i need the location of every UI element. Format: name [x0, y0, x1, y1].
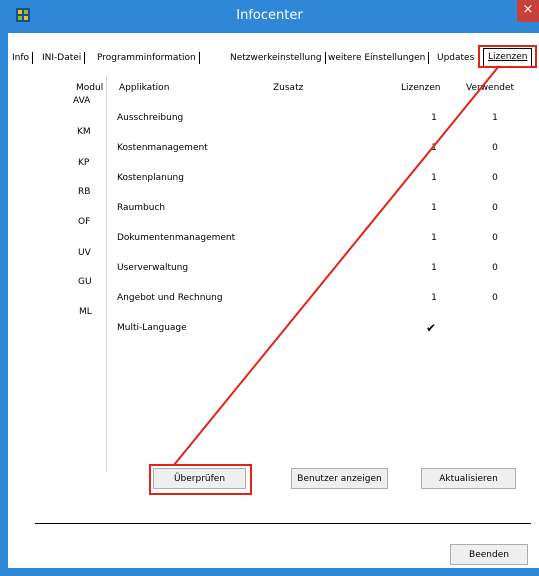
application-name: Dokumentenmanagement	[117, 233, 236, 243]
license-count: 1	[431, 233, 437, 243]
refresh-button[interactable]: Aktualisieren	[421, 468, 516, 489]
application-name: Kostenplanung	[117, 173, 184, 183]
tab-updates[interactable]: Updates	[437, 50, 474, 67]
used-count: 1	[492, 113, 498, 123]
footer-divider	[35, 523, 531, 524]
license-grid: Modul Applikation Zusatz Lizenzen Verwen…	[55, 76, 533, 476]
license-count: 1	[431, 293, 437, 303]
application-name: Raumbuch	[117, 203, 166, 213]
window-frame-bottom	[0, 568, 539, 576]
window-title: Infocenter	[236, 8, 303, 23]
module-code: AVA	[73, 96, 91, 106]
header-zusatz: Zusatz	[273, 83, 304, 93]
tab-programminformation[interactable]: Programminformation	[97, 50, 200, 67]
show-users-button[interactable]: Benutzer anzeigen	[291, 468, 388, 489]
window-frame-left	[0, 33, 8, 576]
tab-weitere-einstellungen[interactable]: weitere Einstellungen	[328, 50, 430, 67]
license-checkmark: ✔	[425, 321, 437, 335]
module-code: GU	[78, 277, 92, 287]
exit-button[interactable]: Beenden	[450, 544, 528, 565]
application-name: Kostenmanagement	[117, 143, 208, 153]
header-verwendet: Verwendet	[466, 83, 515, 93]
module-code: RB	[78, 187, 91, 197]
tab-separator	[84, 51, 86, 64]
check-button[interactable]: Überprüfen	[153, 468, 246, 489]
tab-separator	[324, 51, 326, 64]
license-count: 1	[431, 263, 437, 273]
application-name: Multi-Language	[117, 323, 187, 333]
tab-lizenzen[interactable]: Lizenzen	[483, 48, 533, 67]
header-lizenzen: Lizenzen	[401, 83, 441, 93]
infocenter-window: Infocenter × Info INI-Datei Programminfo…	[0, 0, 539, 576]
header-applikation: Applikation	[119, 83, 170, 93]
tab-separator	[198, 51, 200, 64]
used-count: 0	[492, 233, 498, 243]
used-count: 0	[492, 203, 498, 213]
close-button[interactable]: ×	[517, 0, 539, 22]
application-name: Userverwaltung	[117, 263, 189, 273]
header-modul: Modul	[76, 83, 104, 93]
title-bar[interactable]: Infocenter ×	[0, 0, 539, 33]
used-count: 0	[492, 173, 498, 183]
application-name: Ausschreibung	[117, 113, 184, 123]
application-name: Angebot und Rechnung	[117, 293, 223, 303]
module-code: OF	[78, 217, 91, 227]
license-count: 1	[431, 203, 437, 213]
column-divider	[106, 76, 107, 472]
tab-separator	[428, 51, 430, 64]
module-code: KP	[78, 158, 90, 168]
license-count: 1	[431, 173, 437, 183]
license-count: 1	[431, 143, 437, 153]
module-code: KM	[77, 127, 91, 137]
tab-netzwerkeinstellung[interactable]: Netzwerkeinstellung	[230, 50, 326, 67]
module-code: UV	[78, 248, 91, 258]
tab-separator	[32, 51, 34, 64]
license-count: 1	[431, 113, 437, 123]
module-code: ML	[79, 307, 92, 317]
tab-strip: Info INI-Datei Programminformation Netzw…	[8, 48, 539, 68]
tab-info[interactable]: Info	[12, 50, 34, 67]
used-count: 0	[492, 143, 498, 153]
tab-ini-datei[interactable]: INI-Datei	[42, 50, 86, 67]
used-count: 0	[492, 263, 498, 273]
used-count: 0	[492, 293, 498, 303]
